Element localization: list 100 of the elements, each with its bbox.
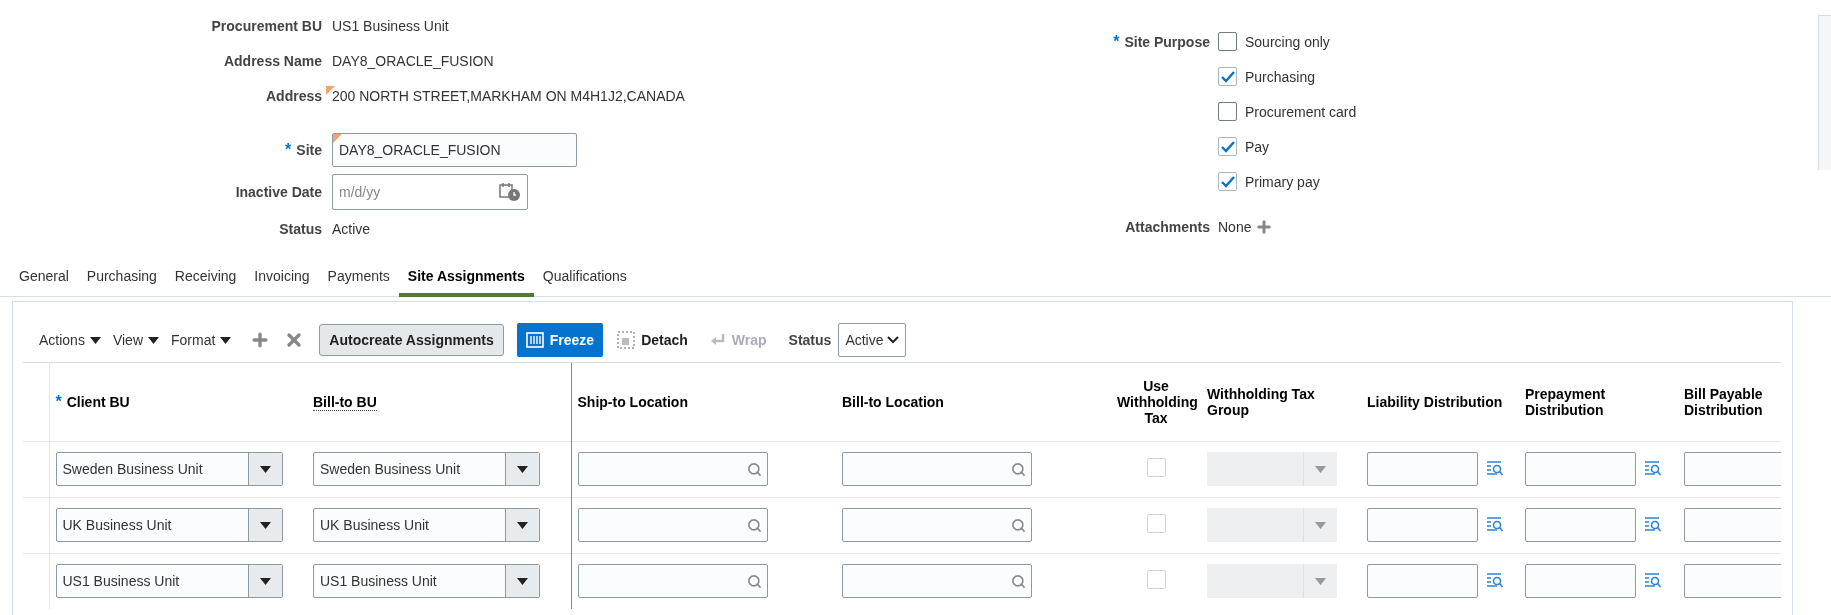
field-value: DAY8_ORACLE_FUSION [332,52,494,69]
column-header: Prepayment Distribution [1525,385,1606,418]
caret-icon [259,521,271,529]
caret-icon [517,521,528,529]
withholding-checkbox[interactable] [1146,458,1166,477]
column-header: Liability Distribution [1367,393,1503,410]
field-label: Address Name [223,52,322,69]
menu-button[interactable]: View [112,332,165,348]
column-header: Bill-to Location [842,393,944,410]
column-header: Withholding Tax Group [1207,385,1315,418]
withholding-checkbox[interactable] [1146,514,1166,533]
column-header: Ship-to Location [577,393,688,410]
tab[interactable]: Payments [318,262,399,297]
distribution-input[interactable] [1367,452,1478,486]
distribution-input[interactable] [1684,564,1781,599]
location-search-field[interactable] [842,452,1032,486]
search-icon[interactable] [746,517,762,533]
return-arrow-icon [709,333,726,347]
business-unit-select[interactable]: Sweden Business Unit [313,452,540,486]
caret-icon [517,465,528,473]
business-unit-select[interactable]: Sweden Business Unit [55,452,283,486]
menu-button[interactable]: Format [171,332,238,348]
caret-icon [517,577,528,585]
site-input[interactable]: DAY8_ORACLE_FUSION [332,133,577,167]
site-purpose-checkbox[interactable] [1218,102,1237,121]
add-icon[interactable] [1255,217,1274,236]
caret-icon [1315,577,1326,585]
field-value: Active [332,220,371,237]
location-search-field[interactable] [842,508,1032,542]
search-icon[interactable] [1011,573,1026,589]
status-label: Status [788,332,832,348]
caret-icon [89,336,101,344]
caret-icon [1315,521,1326,529]
checkbox-label: Sourcing only [1245,33,1330,50]
field-label: Attachments [1125,218,1210,235]
menu-button[interactable]: Actions [39,332,107,348]
field-value: None [1218,218,1252,235]
tab[interactable]: Purchasing [77,262,166,297]
site-purpose-checkbox[interactable] [1218,67,1237,86]
distribution-input[interactable] [1525,508,1636,542]
required-mark: * [285,141,292,159]
withholding-checkbox[interactable] [1146,570,1166,590]
calendar-icon[interactable] [499,182,521,202]
field-label: Status [279,220,322,237]
business-unit-select[interactable]: UK Business Unit [313,508,540,542]
caret-icon [220,336,232,344]
tab[interactable]: Receiving [165,262,246,297]
tab[interactable]: Qualifications [533,262,636,297]
column-header: Bill Payable Distribution [1684,385,1763,418]
distribution-input[interactable] [1525,564,1636,599]
field-label: Address [265,87,322,104]
site-purpose-checkbox[interactable] [1218,172,1237,191]
column-header: Bill-to BU [313,393,377,411]
distribution-input[interactable] [1525,452,1636,486]
search-icon[interactable] [746,461,762,477]
business-unit-select[interactable]: US1 Business Unit [55,564,283,599]
site-purpose-checkbox[interactable] [1218,32,1237,51]
tab[interactable]: Invoicing [245,262,319,297]
field-label: Procurement BU [211,17,322,34]
column-header: Client BU [66,393,130,410]
caret-icon [1315,465,1326,473]
required-mark: * [55,392,62,410]
required-mark: * [1113,32,1120,51]
field-label: Site [296,142,322,158]
distribution-input[interactable] [1367,508,1478,542]
date-input[interactable]: m/d/yy [332,174,528,210]
detach-icon [617,331,636,349]
chevron-down-icon [887,336,900,344]
location-search-field[interactable] [577,452,768,486]
search-icon[interactable] [746,573,762,589]
field-value: 200 NORTH STREET,MARKHAM ON M4H1J2,CANADA [332,87,685,104]
field-label: Inactive Date [235,184,322,200]
checkbox-label: Primary pay [1245,173,1320,190]
search-icon[interactable] [1011,517,1026,533]
column-header: Use Withholding Tax [1117,377,1198,426]
field-label: Site Purpose [1124,33,1210,50]
caret-icon [259,577,271,585]
columns-icon [525,332,544,348]
search-icon[interactable] [1011,461,1026,477]
location-search-field[interactable] [842,564,1032,599]
location-search-field[interactable] [577,564,768,599]
business-unit-select[interactable]: UK Business Unit [55,508,283,542]
status-select[interactable]: Active [838,323,907,357]
tab[interactable]: General [10,262,78,297]
autocreate-button[interactable]: Autocreate Assignments [319,324,504,356]
checkbox-label: Procurement card [1245,103,1357,120]
distribution-input[interactable] [1684,508,1781,542]
distribution-input[interactable] [1684,452,1781,486]
freeze-button[interactable]: Freeze [516,323,604,357]
site-purpose-checkbox[interactable] [1218,137,1237,156]
field-value: US1 Business Unit [332,17,449,34]
distribution-input[interactable] [1367,564,1478,599]
caret-icon [259,465,271,473]
business-unit-select[interactable]: US1 Business Unit [313,564,540,599]
caret-icon [148,336,159,344]
detach-button[interactable]: Detach [609,331,696,349]
checkbox-label: Purchasing [1245,68,1316,85]
checkbox-label: Pay [1245,138,1270,155]
location-search-field[interactable] [577,508,768,542]
tab[interactable]: Site Assignments [398,262,534,297]
